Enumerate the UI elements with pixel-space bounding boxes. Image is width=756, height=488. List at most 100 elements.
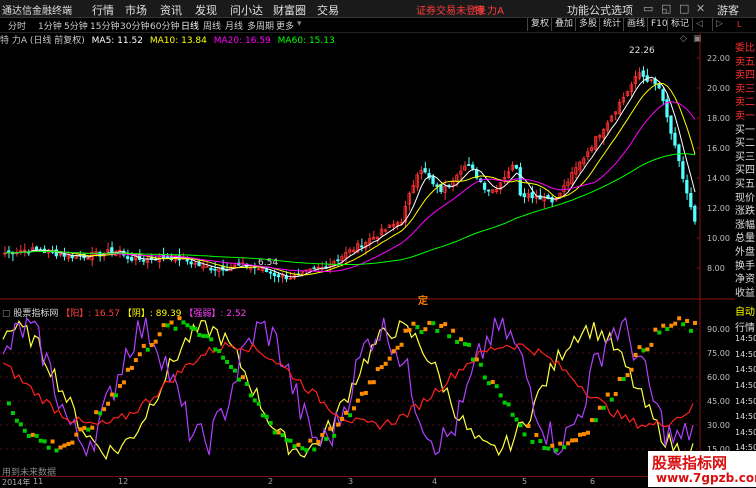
indicator-block: [482, 375, 487, 380]
indicator-block: [566, 441, 571, 446]
candle-body: [209, 267, 213, 271]
close-icon[interactable]: ✕: [696, 2, 705, 15]
indicator-block: [34, 433, 39, 438]
period-tick[interactable]: 分时: [8, 19, 26, 32]
period-more[interactable]: 更多: [276, 19, 294, 32]
menu-item-discover[interactable]: 发现: [195, 2, 217, 18]
indicator-block: [621, 377, 626, 382]
candle-body: [276, 274, 280, 278]
indicator-block: [308, 438, 313, 443]
indicator-block: [157, 332, 162, 337]
indicator-block: [209, 337, 214, 342]
menu-item-news[interactable]: 资讯: [160, 2, 182, 18]
indicator-block: [459, 337, 464, 342]
menu-item-options[interactable]: 选项: [611, 2, 633, 18]
candle-body: [431, 176, 435, 185]
indicator-block: [411, 321, 416, 326]
period-multi[interactable]: 多周期: [247, 19, 274, 32]
period-15min[interactable]: 15分钟: [90, 19, 119, 32]
collapse-icon[interactable]: ▷: [712, 18, 726, 31]
menu-item-market[interactable]: 行情: [92, 2, 114, 18]
indicator-block: [46, 445, 51, 450]
indicator-line: [2, 341, 694, 431]
indicator-block: [50, 439, 55, 444]
indicator-block: [466, 342, 471, 347]
indicator-block: [550, 443, 555, 448]
minimize-icon[interactable]: ▭: [643, 2, 653, 15]
restore-icon[interactable]: ◱: [661, 2, 671, 15]
adjust-button[interactable]: 复权: [527, 18, 552, 31]
stats-button[interactable]: 统计: [599, 18, 624, 31]
indicator-block: [229, 364, 234, 369]
indicator-block: [10, 411, 15, 416]
x-tick: 6: [590, 477, 596, 486]
kline-chart[interactable]: 22.00 20.00 18.00 16.00 14.00 12.00 10.00 8.00 9…: [0, 33, 735, 476]
period-5min[interactable]: 5分钟: [64, 19, 88, 32]
indicator-block: [197, 332, 202, 337]
period-daily[interactable]: 日线: [181, 19, 199, 32]
menu-item-trade[interactable]: 交易: [317, 2, 339, 18]
side-tab[interactable]: 行情: [735, 319, 755, 334]
candle-body: [693, 205, 697, 222]
guest-label[interactable]: 游客: [717, 2, 739, 18]
indicator-block: [106, 401, 111, 406]
maximize-icon[interactable]: □: [679, 2, 689, 15]
indicator-block: [14, 418, 19, 423]
indicator-block: [30, 432, 35, 437]
chevron-down-icon[interactable]: ▾: [297, 19, 302, 29]
candle-body: [360, 245, 364, 248]
app-title: 通达信金融终端: [2, 6, 72, 17]
side-time: 14:50: [735, 365, 756, 375]
indicator-block: [633, 352, 638, 357]
indicator-block: [205, 334, 210, 339]
indicator-name[interactable]: 股票指标网: [13, 309, 58, 319]
period-30min[interactable]: 30分钟: [120, 19, 149, 32]
candle-body: [130, 256, 134, 261]
period-60min[interactable]: 60分钟: [150, 19, 179, 32]
indicator-block: [129, 365, 134, 370]
menu-item-wealth[interactable]: 财富圈: [273, 2, 306, 18]
candle-body: [486, 189, 491, 192]
indicator-block: [58, 445, 63, 450]
indicator-block: [494, 384, 499, 389]
candle-body: [165, 255, 169, 259]
yang-value: 【阳】: 16.57: [61, 309, 120, 319]
indicator-block: [304, 448, 309, 453]
menu-item-ask[interactable]: 问小达: [230, 2, 263, 18]
indicator-block: [66, 441, 71, 446]
indicator-block: [70, 440, 75, 445]
indicator-block: [367, 380, 372, 385]
mark-button[interactable]: 标记: [667, 18, 692, 31]
period-monthly[interactable]: 月线: [225, 19, 243, 32]
period-1min[interactable]: 1分钟: [38, 19, 62, 32]
side-tab[interactable]: 自动: [735, 303, 755, 318]
menu-icon[interactable]: □: [2, 309, 11, 319]
indicator-block: [609, 397, 614, 402]
expand-icon[interactable]: ◁: [692, 18, 706, 31]
period-weekly[interactable]: 周线: [203, 19, 221, 32]
overlay-button[interactable]: 叠加: [551, 18, 576, 31]
menu-item-functions[interactable]: 功能: [567, 2, 589, 18]
menu-item-exchange[interactable]: 市场: [125, 2, 147, 18]
x-tick: 2014年: [2, 478, 31, 487]
indicator-block: [613, 392, 618, 397]
multi-stock-button[interactable]: 多股: [575, 18, 600, 31]
price-label: 20.00: [707, 84, 730, 93]
candles: [3, 66, 697, 283]
side-time: 14:50: [735, 412, 756, 422]
menu-item-formula[interactable]: 公式: [589, 2, 611, 18]
candle-body: [530, 192, 534, 199]
indicator-block: [268, 421, 273, 426]
indicator-block: [225, 359, 230, 364]
indicator-block: [391, 349, 396, 354]
indicator-block: [42, 439, 47, 444]
draw-line-button[interactable]: 画线: [623, 18, 648, 31]
indicator-block: [617, 376, 622, 381]
indicator-block: [213, 347, 218, 352]
indicator-block: [355, 398, 360, 403]
indicator-block: [558, 441, 563, 446]
high-price-label: 22.26: [629, 46, 655, 56]
indicator-block: [383, 361, 388, 366]
indicator-block: [292, 444, 297, 449]
indicator-block: [455, 339, 460, 344]
